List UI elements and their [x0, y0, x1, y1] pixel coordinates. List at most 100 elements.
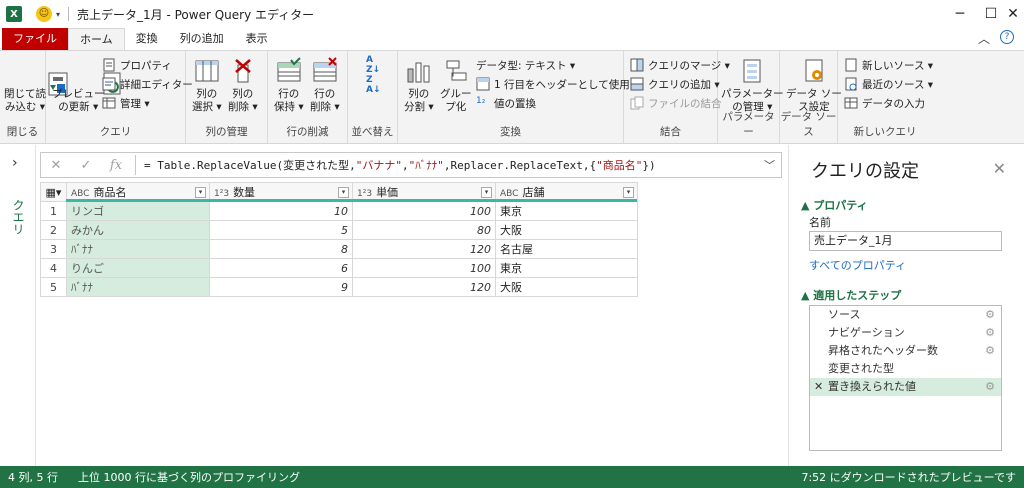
table-cell[interactable]: りんご: [66, 258, 210, 278]
power-query-editor: X ☺ ▾ 売上データ_1月 - Power Query エディター ─ ☐ ✕…: [0, 0, 1024, 488]
table-cell[interactable]: 80: [352, 220, 496, 240]
status-preview-time: 7:52 にダウンロードされたプレビューです: [801, 471, 1016, 484]
table-cell[interactable]: 120: [352, 277, 496, 297]
all-properties-link[interactable]: すべてのプロパティ: [809, 257, 906, 273]
step-item[interactable]: 変更された型: [810, 360, 1001, 378]
minimize-button[interactable]: ─: [940, 0, 980, 28]
text-type-icon[interactable]: ABC: [500, 189, 518, 199]
replace-values-button[interactable]: 1₂ 値の置換: [476, 95, 536, 111]
help-icon[interactable]: ?: [1000, 30, 1014, 44]
recent-sources-button[interactable]: 最近のソース ▾: [844, 76, 933, 92]
table-cell[interactable]: 5: [209, 220, 353, 240]
gear-icon[interactable]: ⚙: [985, 342, 995, 360]
cancel-formula-icon[interactable]: ✕: [41, 158, 71, 173]
number-type-icon[interactable]: 1²3: [357, 189, 372, 199]
table-cell[interactable]: ﾊﾞﾅﾅ: [66, 239, 210, 259]
filter-dropdown-icon[interactable]: ▾: [481, 187, 492, 198]
advanced-editor-button[interactable]: 詳細エディター: [102, 76, 193, 92]
table-cell[interactable]: 東京: [495, 258, 638, 278]
table-cell[interactable]: 9: [209, 277, 353, 297]
advanced-editor-icon: [102, 77, 116, 91]
table-cell[interactable]: 120: [352, 239, 496, 259]
data-type-dropdown[interactable]: データ型: テキスト ▾: [476, 57, 575, 73]
remove-rows-button[interactable]: 行の 削除 ▾: [310, 57, 340, 114]
append-queries-button[interactable]: クエリの追加 ▾: [630, 76, 720, 92]
step-item[interactable]: ソース ⚙: [810, 306, 1001, 324]
choose-columns-button[interactable]: 列の 選択 ▾: [192, 57, 222, 114]
smiley-feedback-icon[interactable]: ☺: [36, 6, 52, 22]
table-cell[interactable]: 名古屋: [495, 239, 638, 259]
keep-rows-button[interactable]: 行の 保持 ▾: [274, 57, 304, 114]
manage-button[interactable]: 管理 ▾: [102, 95, 150, 111]
commit-formula-icon[interactable]: ✓: [71, 158, 101, 173]
maximize-button[interactable]: ☐: [980, 0, 1002, 28]
properties-button[interactable]: プロパティ: [102, 57, 172, 73]
table-cell[interactable]: みかん: [66, 220, 210, 240]
merge-queries-button[interactable]: クエリのマージ ▾: [630, 57, 730, 73]
filter-dropdown-icon[interactable]: ▾: [623, 187, 634, 198]
table-cell[interactable]: 6: [209, 258, 353, 278]
close-button[interactable]: ✕: [1002, 0, 1024, 28]
expand-chevron-icon[interactable]: ›: [12, 155, 18, 171]
manage-parameters-button[interactable]: パラメーター の管理 ▾: [721, 57, 784, 114]
column-header-label: 商品名: [93, 186, 127, 199]
remove-columns-button[interactable]: 列の 削除 ▾: [228, 57, 258, 114]
refresh-preview-button[interactable]: プレビュー の更新 ▾: [52, 57, 121, 114]
combine-files-button[interactable]: ファイルの結合: [630, 95, 722, 111]
step-item-active[interactable]: ✕ 置き換えられた値 ⚙: [810, 378, 1001, 396]
quick-access-dropdown-icon[interactable]: ▾: [56, 10, 60, 19]
properties-section-header[interactable]: ▲ プロパティ: [801, 197, 868, 213]
collapse-ribbon-icon[interactable]: ︿: [978, 30, 990, 47]
row-number[interactable]: 3: [40, 239, 67, 259]
sort-descending-icon[interactable]: Z A↓: [366, 75, 381, 95]
delete-step-icon[interactable]: ✕: [814, 378, 823, 396]
table-cell[interactable]: 東京: [495, 201, 638, 221]
gear-icon[interactable]: ⚙: [985, 378, 995, 396]
group-by-icon: [442, 57, 470, 85]
row-number[interactable]: 2: [40, 220, 67, 240]
row-number[interactable]: 5: [40, 277, 67, 297]
use-first-row-as-headers-button[interactable]: 1 行目をヘッダーとして使用 ▾: [476, 76, 638, 92]
tab-file[interactable]: ファイル: [2, 28, 68, 50]
formula-input[interactable]: = Table.ReplaceValue(変更された型,"バナナ","ﾊﾞﾅﾅ"…: [136, 157, 656, 173]
status-profiling[interactable]: 上位 1000 行に基づく列のプロファイリング: [78, 469, 300, 485]
group-by-button[interactable]: グルー プ化: [440, 57, 472, 114]
query-name-input[interactable]: 売上データ_1月: [809, 231, 1002, 251]
close-pane-icon[interactable]: ✕: [993, 159, 1006, 178]
filter-dropdown-icon[interactable]: ▾: [338, 187, 349, 198]
split-column-button[interactable]: 列の 分割 ▾: [404, 57, 434, 114]
table-cell[interactable]: 大阪: [495, 220, 638, 240]
merge-queries-icon: [630, 58, 644, 72]
row-number[interactable]: 1: [40, 201, 67, 221]
table-corner-menu-icon[interactable]: ▦▾: [40, 182, 67, 202]
number-type-icon[interactable]: 1²3: [214, 189, 229, 199]
enter-data-button[interactable]: データの入力: [844, 95, 925, 111]
tab-add-column[interactable]: 列の追加: [169, 28, 235, 50]
table-cell[interactable]: 10: [209, 201, 353, 221]
tab-view[interactable]: 表示: [235, 28, 279, 50]
table-cell[interactable]: 8: [209, 239, 353, 259]
gear-icon[interactable]: ⚙: [985, 324, 995, 342]
tab-home[interactable]: ホーム: [68, 28, 125, 50]
fx-icon[interactable]: fx: [101, 158, 131, 173]
text-type-icon[interactable]: ABC: [71, 189, 89, 199]
table-cell[interactable]: 100: [352, 258, 496, 278]
table-cell[interactable]: ﾊﾞﾅﾅ: [66, 277, 210, 297]
table-cell[interactable]: リンゴ: [66, 201, 210, 221]
step-item[interactable]: ナビゲーション ⚙: [810, 324, 1001, 342]
step-item[interactable]: 昇格されたヘッダー数 ⚙: [810, 342, 1001, 360]
table-cell[interactable]: 100: [352, 201, 496, 221]
expand-formula-chevron-icon[interactable]: ﹀: [764, 157, 775, 173]
tab-transform[interactable]: 変換: [125, 28, 169, 50]
queries-pane-label[interactable]: クエリ: [10, 199, 27, 235]
filter-dropdown-icon[interactable]: ▾: [195, 187, 206, 198]
table-cell[interactable]: 大阪: [495, 277, 638, 297]
row-number[interactable]: 4: [40, 258, 67, 278]
close-and-load-button[interactable]: 閉じて読 み込む ▾: [4, 57, 68, 114]
new-source-button[interactable]: 新しいソース ▾: [844, 57, 933, 73]
sort-ascending-icon[interactable]: A Z↓: [366, 55, 380, 75]
gear-icon[interactable]: ⚙: [985, 306, 995, 324]
applied-steps-header[interactable]: ▲ 適用したステップ: [801, 287, 901, 303]
data-source-settings-button[interactable]: データ ソー ス設定: [786, 57, 842, 114]
excel-icon: X: [6, 6, 22, 22]
